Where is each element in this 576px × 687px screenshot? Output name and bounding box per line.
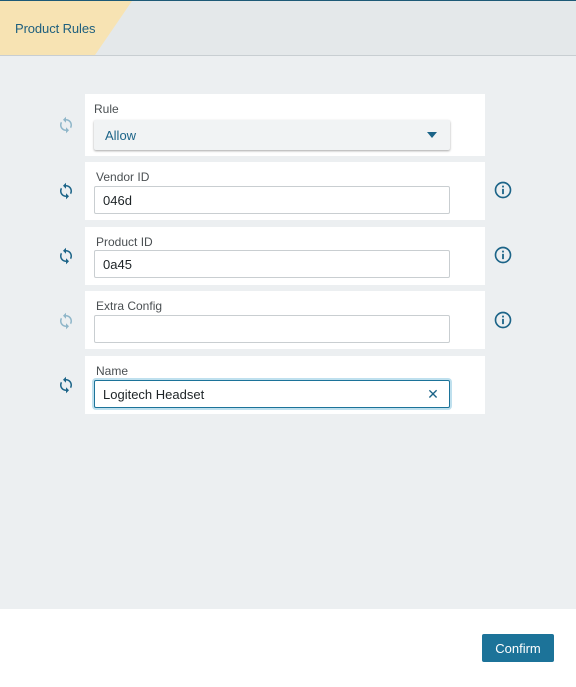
- rule-label: Rule: [94, 102, 119, 116]
- info-icon[interactable]: [494, 181, 512, 199]
- info-icon[interactable]: [494, 246, 512, 264]
- info-icon[interactable]: [494, 311, 512, 329]
- extra-config-label: Extra Config: [96, 299, 163, 313]
- rule-value: Allow: [105, 127, 137, 143]
- tab-label: Product Rules: [15, 21, 96, 36]
- clear-icon[interactable]: ✕: [427, 387, 439, 401]
- sync-icon[interactable]: [56, 246, 76, 266]
- header-bar: Product Rules: [0, 0, 576, 56]
- vendor-id-field[interactable]: 046d: [94, 186, 450, 214]
- name-field[interactable]: Logitech Headset ✕: [94, 380, 450, 408]
- sync-icon[interactable]: [56, 375, 76, 395]
- name-card: Name Logitech Headset ✕: [85, 356, 485, 414]
- sync-icon[interactable]: [56, 311, 76, 331]
- product-id-label: Product ID: [96, 235, 153, 249]
- vendor-id-card: Vendor ID 046d: [85, 162, 485, 220]
- extra-config-field[interactable]: [94, 315, 450, 343]
- sync-icon[interactable]: [56, 115, 76, 135]
- product-id-value: 0a45: [103, 256, 132, 272]
- confirm-button[interactable]: Confirm: [482, 634, 554, 662]
- name-label: Name: [96, 364, 129, 378]
- extra-config-card: Extra Config: [85, 291, 485, 349]
- rule-select[interactable]: Allow: [94, 120, 450, 150]
- vendor-id-value: 046d: [103, 192, 132, 208]
- product-id-card: Product ID 0a45: [85, 227, 485, 285]
- product-id-field[interactable]: 0a45: [94, 250, 450, 278]
- sync-icon[interactable]: [56, 181, 76, 201]
- chevron-down-icon: [427, 132, 437, 138]
- name-value: Logitech Headset: [103, 386, 205, 402]
- rule-card: Rule Allow: [85, 94, 485, 156]
- vendor-id-label: Vendor ID: [96, 170, 150, 184]
